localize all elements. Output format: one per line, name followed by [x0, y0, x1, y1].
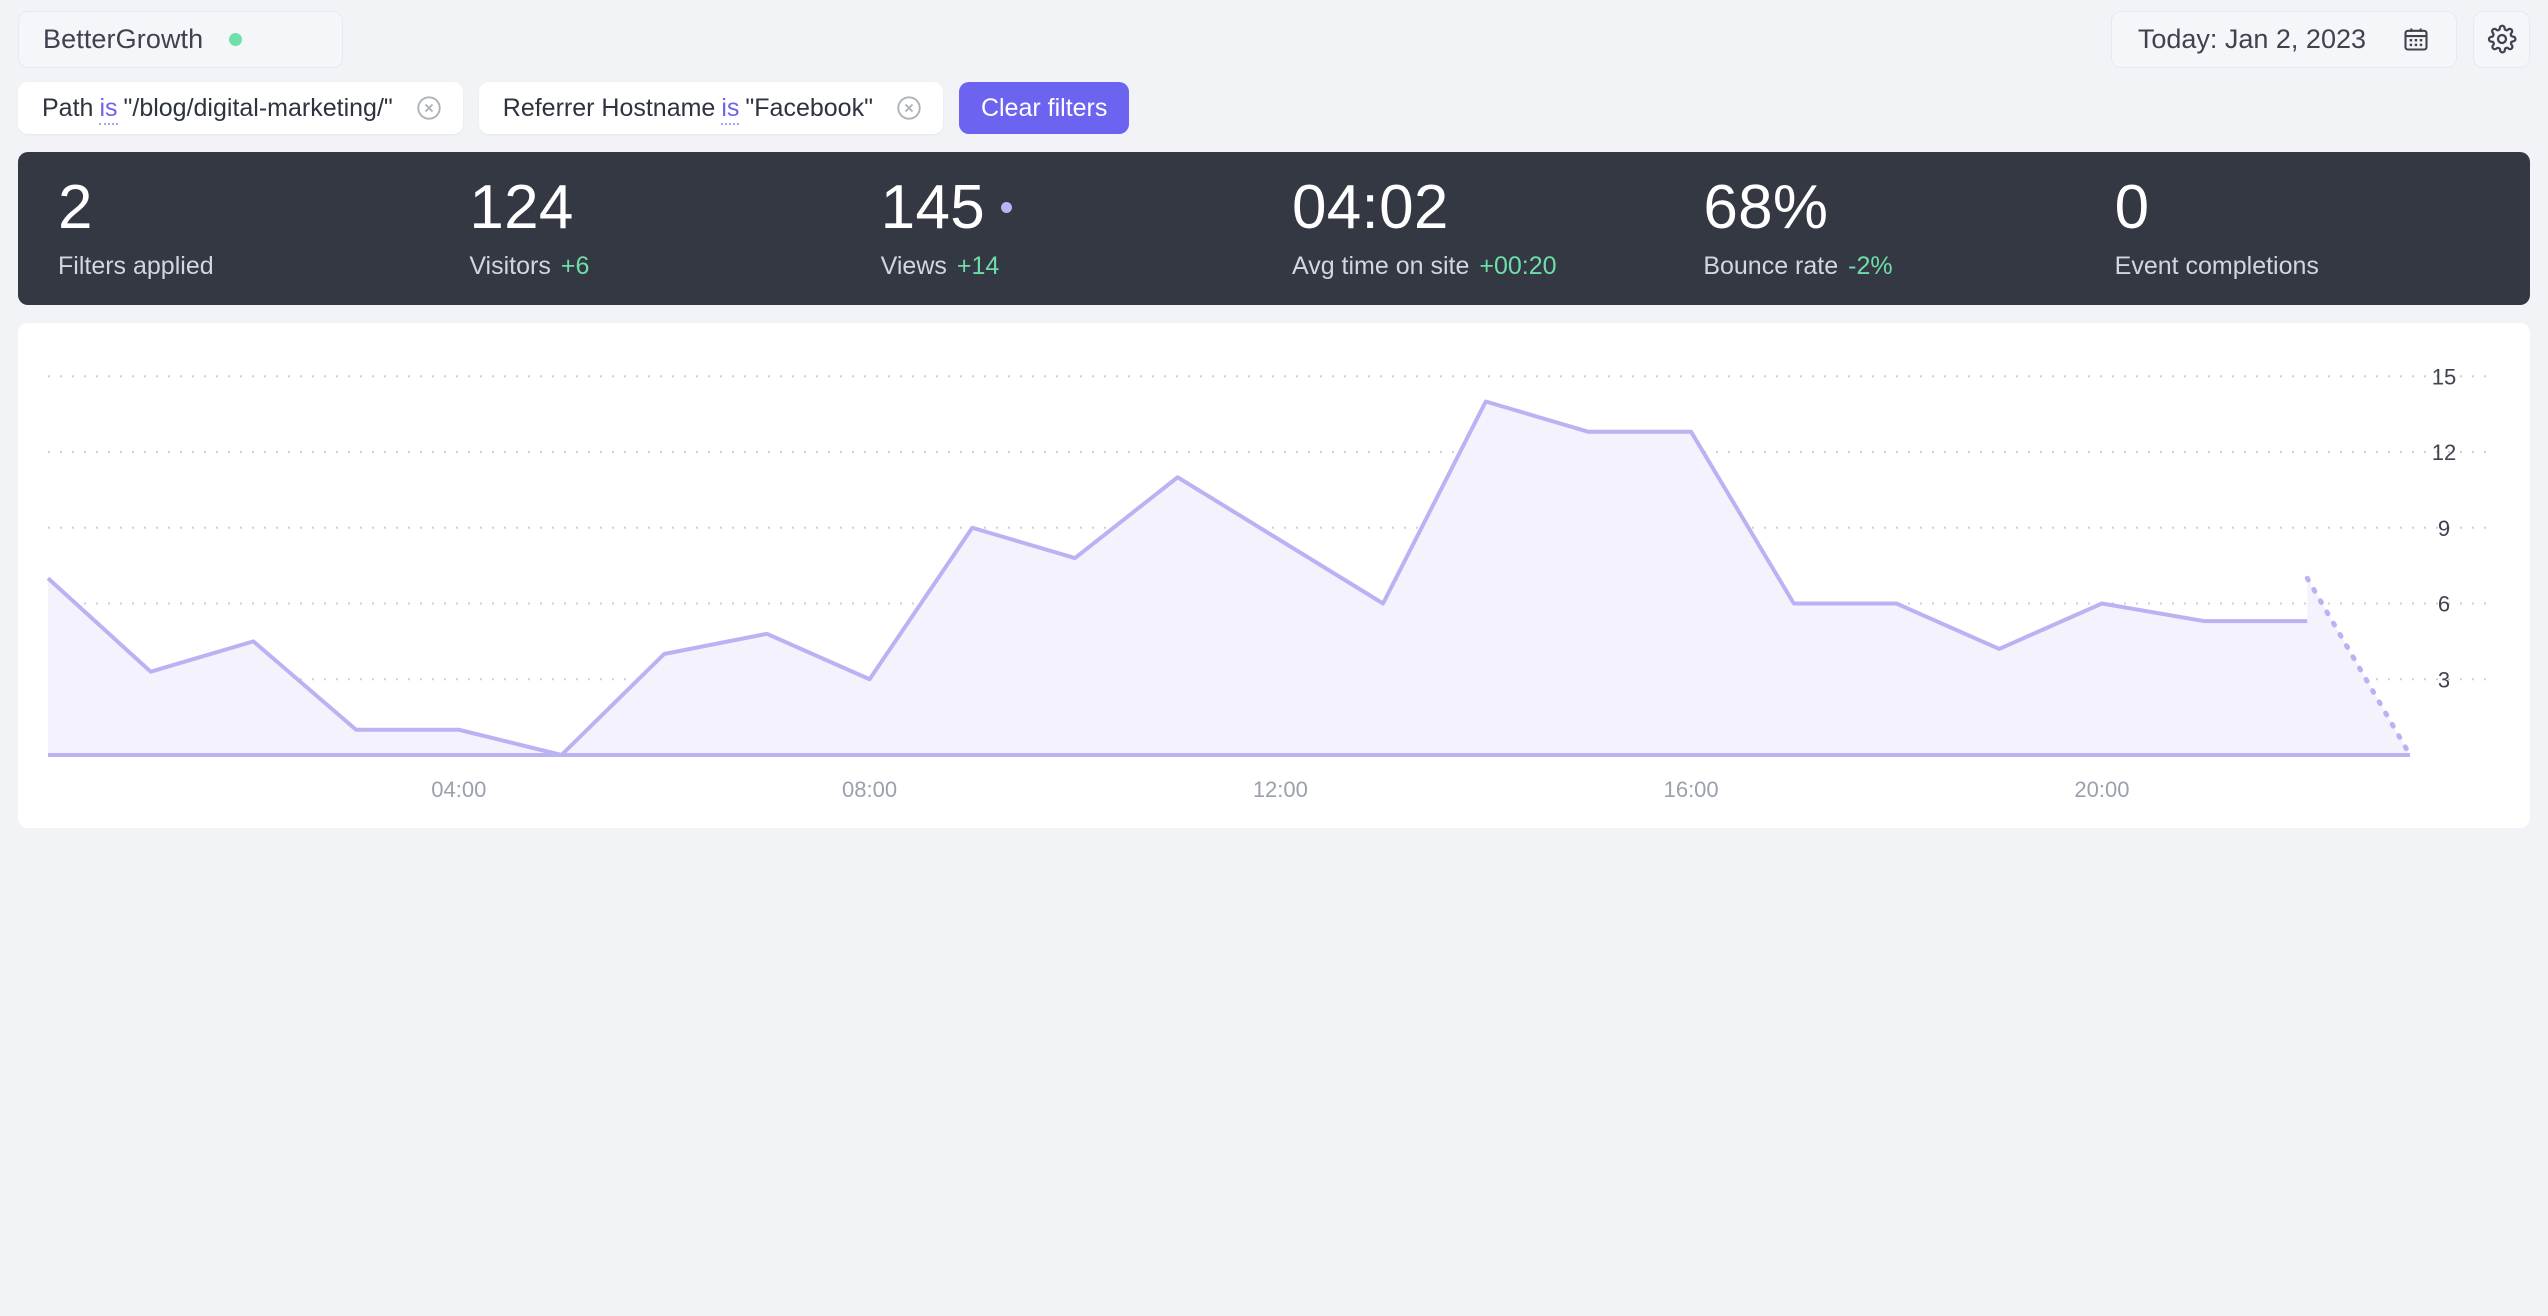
close-circle-icon[interactable] [895, 94, 923, 122]
filter-expression: Path is "/blog/digital-marketing/" [42, 93, 393, 125]
stat-footer: Views +14 [881, 252, 1274, 281]
site-status-dot [229, 32, 243, 46]
stat-footer: Visitors +6 [469, 252, 862, 281]
stat-label: Filters applied [58, 251, 214, 280]
stat-value: 68% [1703, 176, 2096, 239]
stat-number: 145 [880, 173, 986, 243]
stat-value: 2 [58, 176, 451, 239]
x-axis-tick-label: 20:00 [2074, 777, 2129, 802]
stat-visitors: 124 Visitors +6 [451, 176, 862, 280]
top-bar-actions: Today: Jan 2, 2023 [2110, 10, 2530, 68]
gear-icon [2487, 24, 2517, 54]
calendar-icon [2402, 25, 2430, 53]
stat-number: 0 [2114, 173, 2150, 243]
top-bar: BetterGrowth Today: Jan 2, 2023 [0, 0, 2548, 68]
clear-filters-button[interactable]: Clear filters [958, 82, 1130, 134]
stat-delta: +14 [956, 251, 1000, 280]
stat-number: 124 [469, 173, 574, 243]
stats-bar: 2 Filters applied 124 Visitors +6 145 Vie… [18, 152, 2530, 305]
live-indicator-dot [1001, 202, 1013, 214]
filter-bar: Path is "/blog/digital-marketing/" Referre… [0, 68, 2548, 134]
stat-number: 2 [58, 173, 93, 243]
filter-operator[interactable]: is [721, 93, 740, 125]
stat-label: Bounce rate [1703, 251, 1839, 280]
stat-label: Avg time on site [1291, 251, 1470, 280]
x-axis-tick-label: 04:00 [431, 777, 486, 802]
stat-footer: Avg time on site +00:20 [1292, 252, 1685, 281]
y-axis-tick-label: 6 [2438, 592, 2450, 617]
chart-canvas[interactable]: 3 6 9 12 15 04:00 08:00 12:00 16:00 20:00 [18, 323, 2530, 828]
x-axis-tick-label: 08:00 [842, 777, 897, 802]
filter-value: "Facebook" [745, 93, 873, 122]
visitors-area-chart[interactable]: 3 6 9 12 15 04:00 08:00 12:00 16:00 20:00 [18, 323, 2530, 828]
y-axis-tick-label: 15 [2432, 364, 2456, 389]
filter-operator[interactable]: is [99, 93, 118, 125]
stat-delta: +00:20 [1479, 251, 1557, 280]
chart-area-fill [48, 401, 2308, 755]
site-selector[interactable]: BetterGrowth [18, 10, 343, 68]
stat-value: 124 [469, 176, 862, 239]
y-axis-tick-label: 12 [2432, 440, 2456, 465]
stat-footer: Bounce rate -2% [1703, 252, 2096, 281]
stat-avg-time-on-site: 04:02 Avg time on site +00:20 [1274, 176, 1685, 280]
x-axis-tick-label: 16:00 [1664, 777, 1719, 802]
filter-key: Referrer Hostname [502, 93, 716, 122]
filter-pill-referrer-hostname[interactable]: Referrer Hostname is "Facebook" [478, 82, 943, 134]
site-name: BetterGrowth [43, 23, 204, 54]
stat-label: Views [880, 251, 947, 280]
stat-event-completions: 0 Event completions [2097, 176, 2508, 280]
y-axis-tick-label: 9 [2438, 516, 2450, 541]
stat-bounce-rate: 68% Bounce rate -2% [1685, 176, 2096, 280]
stat-footer: Filters applied [58, 252, 451, 281]
stat-label: Event completions [2114, 251, 2319, 280]
stat-number: 68% [1703, 173, 1829, 243]
analytics-dashboard: BetterGrowth Today: Jan 2, 2023 Path is … [0, 0, 2548, 1316]
visitors-chart-card: 3 6 9 12 15 04:00 08:00 12:00 16:00 20:00 [18, 323, 2530, 828]
x-axis-tick-label: 12:00 [1253, 777, 1308, 802]
stat-filters-applied: 2 Filters applied [40, 176, 451, 280]
stat-delta: -2% [1848, 251, 1893, 280]
close-circle-icon[interactable] [415, 94, 443, 122]
date-range-label: Today: Jan 2, 2023 [2137, 23, 2366, 54]
stat-value: 0 [2115, 176, 2508, 239]
filter-value: "/blog/digital-marketing/" [123, 93, 393, 122]
stat-label: Visitors [469, 251, 551, 280]
filter-key: Path [42, 93, 94, 122]
date-range-picker[interactable]: Today: Jan 2, 2023 [2110, 10, 2457, 68]
stat-value: 04:02 [1292, 176, 1685, 239]
stat-footer: Event completions [2115, 252, 2508, 281]
stat-views: 145 Views +14 [863, 176, 1274, 280]
filter-expression: Referrer Hostname is "Facebook" [502, 93, 873, 125]
y-axis-tick-label: 3 [2438, 667, 2450, 692]
stat-value: 145 [880, 173, 1274, 243]
stat-delta: +6 [560, 251, 590, 280]
filter-pill-path[interactable]: Path is "/blog/digital-marketing/" [18, 82, 463, 134]
stat-number: 04:02 [1291, 173, 1449, 243]
settings-button[interactable] [2473, 10, 2530, 68]
